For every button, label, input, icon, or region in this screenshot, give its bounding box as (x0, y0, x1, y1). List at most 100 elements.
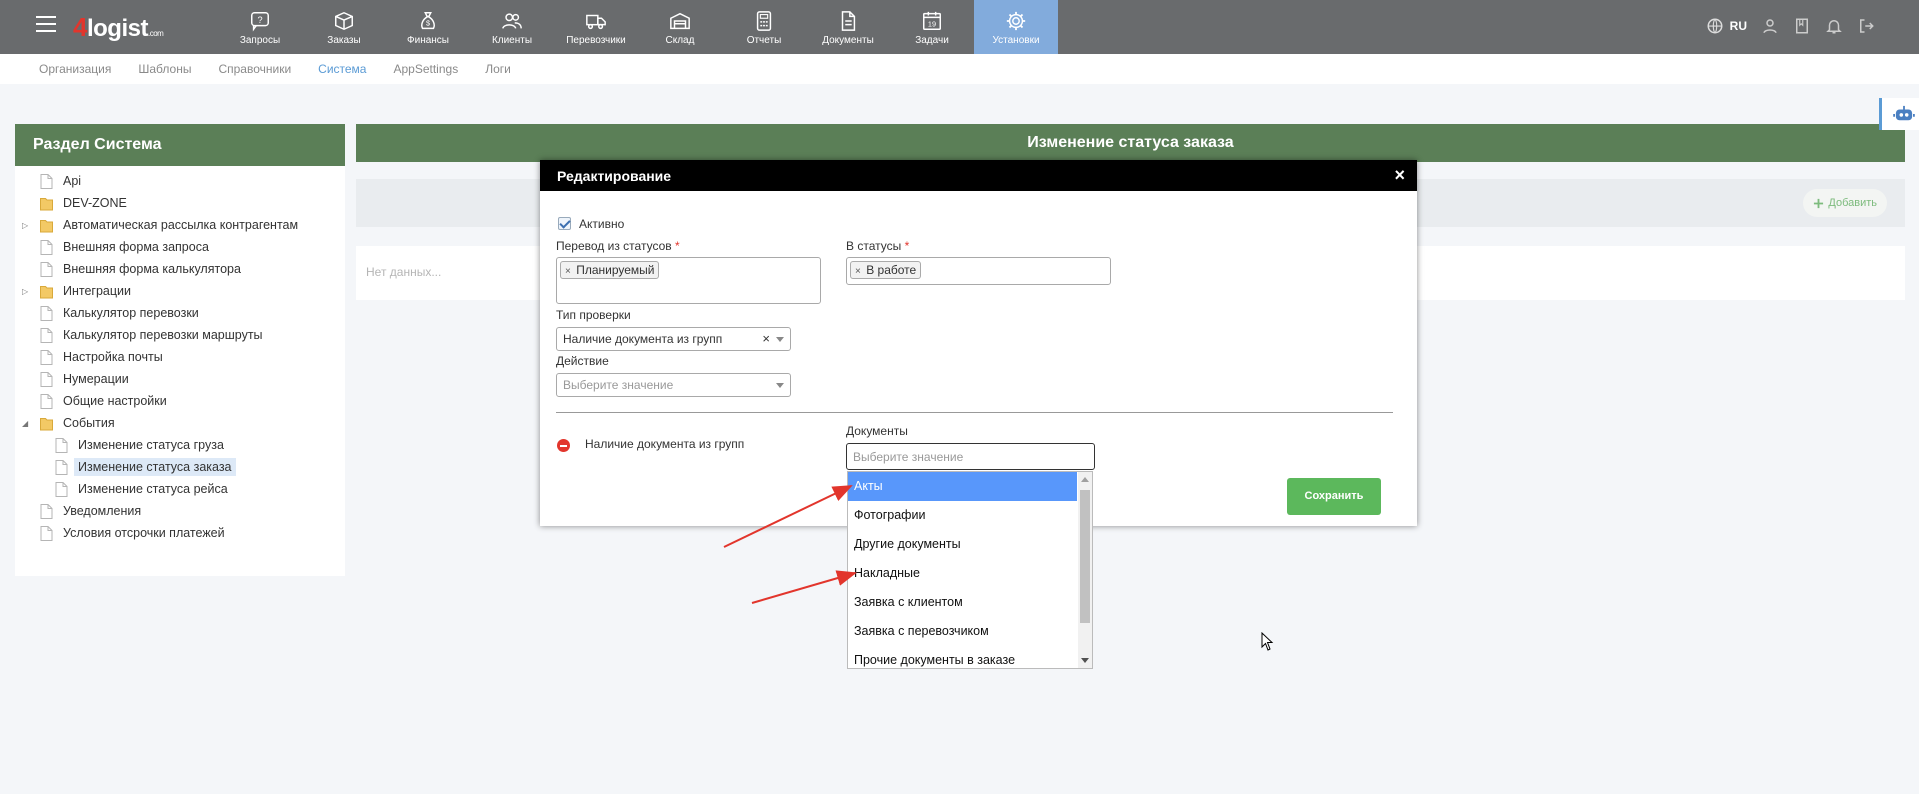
dropdown-option[interactable]: Заявка с перевозчиком (848, 617, 1077, 646)
tree-item[interactable]: ▷ Автоматическая рассылка контрагентам (15, 214, 345, 236)
hamburger-menu-icon[interactable] (36, 16, 56, 32)
status-tag: × В работе (850, 261, 922, 279)
tree-item[interactable]: Общие настройки (15, 390, 345, 412)
nav-item-label: Документы (822, 35, 874, 46)
file-icon (55, 459, 68, 475)
svg-text:$: $ (426, 19, 430, 28)
file-icon (40, 503, 53, 519)
from-status-field[interactable]: × Планируемый (556, 257, 821, 304)
dropdown-option[interactable]: Прочие документы в заказе (848, 646, 1077, 668)
add-button[interactable]: Добавить (1803, 189, 1887, 217)
document-icon (841, 11, 856, 31)
nav-item-label: Отчеты (746, 35, 782, 46)
file-icon (40, 239, 53, 255)
dropdown-option[interactable]: Фотографии (848, 501, 1077, 530)
tree-item[interactable]: Нумерации (15, 368, 345, 390)
nav-item-gear[interactable]: Установки (974, 0, 1058, 54)
tree-item[interactable]: Изменение статуса рейса (15, 478, 345, 500)
status-tag-label: В работе (866, 263, 917, 277)
nav-item-calculator[interactable]: Отчеты (722, 0, 806, 54)
logout-icon[interactable] (1857, 17, 1875, 35)
nav-item-document[interactable]: Документы (806, 0, 890, 54)
save-button[interactable]: Сохранить (1287, 478, 1381, 515)
subtab-item[interactable]: Справочники (218, 62, 291, 76)
tree-item[interactable]: DEV-ZONE (15, 192, 345, 214)
scroll-down-icon[interactable] (1081, 658, 1089, 663)
check-type-select[interactable]: Наличие документа из групп × (556, 327, 791, 351)
active-checkbox[interactable] (558, 217, 571, 230)
mouse-cursor-icon (1261, 632, 1274, 651)
nav-item-label: Склад (665, 35, 695, 46)
modal-title: Редактирование (557, 168, 672, 184)
tree-item-label: Внешняя форма запроса (63, 240, 209, 254)
nav-item-question-chat[interactable]: ? Запросы (218, 0, 302, 54)
subtab-item[interactable]: Шаблоны (138, 62, 191, 76)
dropdown-option[interactable]: Акты (848, 472, 1077, 501)
dropdown-scrollbar[interactable] (1078, 472, 1092, 668)
file-icon (40, 393, 53, 409)
divider (556, 412, 1393, 413)
tree-item[interactable]: Api (15, 170, 345, 192)
tree-item[interactable]: Условия отсрочки платежей (15, 522, 345, 544)
collapse-arrow-icon[interactable]: ◢ (22, 419, 28, 428)
file-icon (40, 349, 53, 365)
nav-item-box[interactable]: Заказы (302, 0, 386, 54)
documents-label: Документы (846, 424, 908, 438)
action-select[interactable]: Выберите значение (556, 373, 791, 397)
folder-icon (40, 417, 53, 430)
user-icon[interactable] (1761, 17, 1779, 35)
remove-tag-icon[interactable]: × (565, 266, 571, 277)
dropdown-option[interactable]: Другие документы (848, 530, 1077, 559)
nav-item-label: Заказы (327, 35, 361, 46)
documents-search-input[interactable]: Выберите значение (846, 443, 1095, 470)
scroll-up-icon[interactable] (1081, 477, 1089, 482)
subtab-item[interactable]: Система (318, 62, 366, 76)
tree-item[interactable]: Калькулятор перевозки (15, 302, 345, 324)
nav-item-money-bag[interactable]: $ Финансы (386, 0, 470, 54)
remove-tag-icon[interactable]: × (855, 266, 861, 277)
page-title: Изменение статуса заказа (356, 124, 1905, 162)
nav-item-users[interactable]: Клиенты (470, 0, 554, 54)
subtab-item[interactable]: Логи (485, 62, 511, 76)
tree-item[interactable]: ▷ Интеграции (15, 280, 345, 302)
truck-icon (586, 14, 606, 30)
file-icon (55, 481, 68, 497)
status-tag: × Планируемый (560, 261, 660, 279)
nav-item-warehouse[interactable]: Склад (638, 0, 722, 54)
clear-icon[interactable]: × (762, 331, 770, 346)
tree-item-label: Общие настройки (63, 394, 167, 408)
nav-item-label: Клиенты (491, 35, 533, 46)
subtab-item[interactable]: AppSettings (393, 62, 458, 76)
nav-item-calendar[interactable]: 19 Задачи (890, 0, 974, 54)
tree-item[interactable]: Изменение статуса заказа (15, 456, 345, 478)
remove-rule-icon[interactable] (557, 439, 570, 452)
folder-icon (40, 197, 53, 210)
expand-arrow-icon[interactable]: ▷ (22, 221, 28, 230)
close-icon[interactable]: × (1394, 165, 1405, 186)
app-logo[interactable]: 4logist.com (73, 12, 164, 43)
dropdown-option[interactable]: Накладные (848, 559, 1077, 588)
assistant-widget[interactable] (1879, 98, 1919, 130)
to-status-field[interactable]: × В работе (846, 257, 1111, 285)
subtab-item[interactable]: Организация (39, 62, 111, 76)
bell-icon[interactable] (1825, 17, 1843, 35)
tree-item[interactable]: Калькулятор перевозки маршруты (15, 324, 345, 346)
nav-item-truck[interactable]: Перевозчики (554, 0, 638, 54)
expand-arrow-icon[interactable]: ▷ (22, 287, 28, 296)
dropdown-option[interactable]: Заявка с клиентом (848, 588, 1077, 617)
language-switcher[interactable]: RU (1706, 17, 1747, 35)
active-label: Активно (579, 217, 625, 231)
tree-item[interactable]: Внешняя форма калькулятора (15, 258, 345, 280)
tree-item-label: Уведомления (63, 504, 142, 518)
tree-item[interactable]: Изменение статуса груза (15, 434, 345, 456)
tree-item[interactable]: ◢ События (15, 412, 345, 434)
warehouse-icon (670, 12, 690, 30)
tree-item[interactable]: Уведомления (15, 500, 345, 522)
tree-item[interactable]: Настройка почты (15, 346, 345, 368)
book-icon[interactable] (1793, 17, 1811, 35)
folder-icon (40, 285, 53, 298)
scroll-thumb[interactable] (1080, 490, 1090, 623)
file-icon (40, 305, 53, 321)
tree-item-label: Калькулятор перевозки (63, 306, 199, 320)
tree-item[interactable]: Внешняя форма запроса (15, 236, 345, 258)
